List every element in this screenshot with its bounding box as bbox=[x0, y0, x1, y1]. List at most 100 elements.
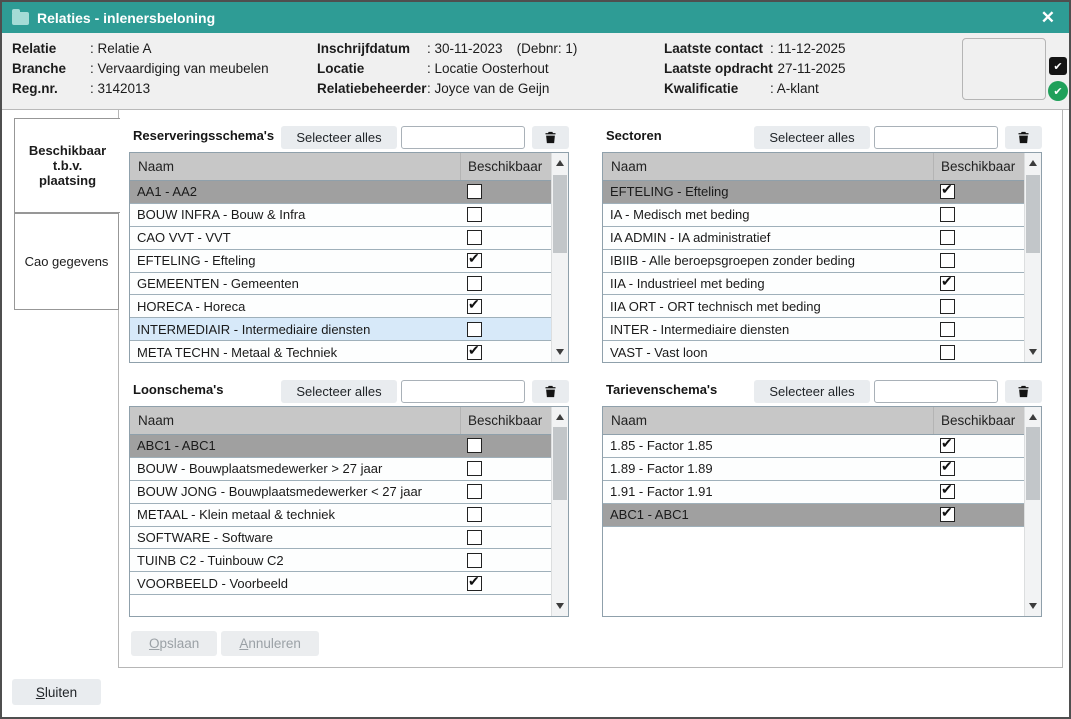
vertical-scrollbar[interactable] bbox=[1024, 407, 1041, 616]
scrollbar-thumb[interactable] bbox=[553, 175, 567, 253]
vertical-scrollbar[interactable] bbox=[551, 407, 568, 616]
column-header-beschikbaar[interactable]: Beschikbaar bbox=[461, 407, 551, 434]
beschikbaar-checkbox[interactable] bbox=[940, 253, 955, 268]
beschikbaar-checkbox[interactable] bbox=[940, 184, 955, 199]
field-label: Laatste contact bbox=[664, 41, 770, 56]
beschikbaar-checkbox[interactable] bbox=[467, 184, 482, 199]
filter-input[interactable] bbox=[401, 126, 525, 149]
beschikbaar-checkbox[interactable] bbox=[467, 438, 482, 453]
save-button[interactable]: Opslaan bbox=[131, 631, 217, 656]
column-header-beschikbaar[interactable]: Beschikbaar bbox=[934, 153, 1024, 180]
table-row[interactable]: VAST - Vast loon bbox=[603, 341, 1024, 362]
beschikbaar-checkbox[interactable] bbox=[467, 507, 482, 522]
table-row[interactable]: METAAL - Klein metaal & techniek bbox=[130, 504, 551, 527]
scrollbar-thumb[interactable] bbox=[1026, 427, 1040, 500]
close-window-button[interactable]: Sluiten bbox=[12, 679, 101, 705]
beschikbaar-checkbox[interactable] bbox=[940, 230, 955, 245]
select-all-button[interactable]: Selecteer alles bbox=[281, 380, 397, 403]
field-value: 11-12-2025 bbox=[770, 41, 846, 56]
scroll-down-icon[interactable] bbox=[1029, 349, 1037, 355]
beschikbaar-checkbox[interactable] bbox=[940, 484, 955, 499]
select-all-button[interactable]: Selecteer alles bbox=[754, 126, 870, 149]
tab-beschikbaar-tbv-plaatsing[interactable]: Beschikbaar t.b.v. plaatsing bbox=[14, 118, 120, 213]
beschikbaar-checkbox[interactable] bbox=[940, 207, 955, 222]
scrollbar-thumb[interactable] bbox=[1026, 175, 1040, 253]
tab-cao-gegevens[interactable]: Cao gegevens bbox=[14, 213, 119, 310]
table-row[interactable]: 1.91 - Factor 1.91 bbox=[603, 481, 1024, 504]
beschikbaar-checkbox[interactable] bbox=[940, 322, 955, 337]
table-row[interactable]: INTER - Intermediaire diensten bbox=[603, 318, 1024, 341]
beschikbaar-checkbox[interactable] bbox=[467, 253, 482, 268]
beschikbaar-checkbox[interactable] bbox=[467, 461, 482, 476]
beschikbaar-checkbox[interactable] bbox=[467, 484, 482, 499]
scroll-down-icon[interactable] bbox=[1029, 603, 1037, 609]
cancel-button[interactable]: Annuleren bbox=[221, 631, 319, 656]
table-row[interactable]: GEMEENTEN - Gemeenten bbox=[130, 273, 551, 296]
beschikbaar-checkbox[interactable] bbox=[940, 345, 955, 360]
close-icon[interactable]: ✕ bbox=[1037, 7, 1059, 28]
vertical-scrollbar[interactable] bbox=[551, 153, 568, 362]
table-row[interactable]: ABC1 - ABC1 bbox=[130, 435, 551, 458]
beschikbaar-checkbox[interactable] bbox=[467, 299, 482, 314]
clear-trash-button[interactable] bbox=[532, 126, 569, 149]
table-row[interactable]: IIA ORT - ORT technisch met beding bbox=[603, 295, 1024, 318]
select-all-button[interactable]: Selecteer alles bbox=[281, 126, 397, 149]
beschikbaar-checkbox[interactable] bbox=[940, 299, 955, 314]
table-row[interactable]: CAO VVT - VVT bbox=[130, 227, 551, 250]
scroll-up-icon[interactable] bbox=[556, 160, 564, 166]
beschikbaar-checkbox[interactable] bbox=[467, 230, 482, 245]
table-row[interactable]: VOORBEELD - Voorbeeld bbox=[130, 572, 551, 595]
filter-input[interactable] bbox=[401, 380, 525, 403]
column-header-naam[interactable]: Naam bbox=[130, 407, 461, 434]
row-available-cell bbox=[461, 572, 551, 594]
table-row[interactable]: IBIIB - Alle beroepsgroepen zonder bedin… bbox=[603, 250, 1024, 273]
beschikbaar-checkbox[interactable] bbox=[467, 276, 482, 291]
select-all-button[interactable]: Selecteer alles bbox=[754, 380, 870, 403]
column-header-beschikbaar[interactable]: Beschikbaar bbox=[934, 407, 1024, 434]
table-row[interactable]: SOFTWARE - Software bbox=[130, 527, 551, 550]
clear-trash-button[interactable] bbox=[1005, 126, 1042, 149]
table-row[interactable]: BOUW INFRA - Bouw & Infra bbox=[130, 204, 551, 227]
vertical-scrollbar[interactable] bbox=[1024, 153, 1041, 362]
table-row[interactable]: BOUW - Bouwplaatsmedewerker > 27 jaar bbox=[130, 458, 551, 481]
beschikbaar-checkbox[interactable] bbox=[940, 461, 955, 476]
table-row[interactable]: IA - Medisch met beding bbox=[603, 204, 1024, 227]
beschikbaar-checkbox[interactable] bbox=[940, 438, 955, 453]
clear-trash-button[interactable] bbox=[532, 380, 569, 403]
beschikbaar-checkbox[interactable] bbox=[467, 553, 482, 568]
beschikbaar-checkbox[interactable] bbox=[467, 530, 482, 545]
table-row[interactable]: HORECA - Horeca bbox=[130, 295, 551, 318]
scroll-up-icon[interactable] bbox=[556, 414, 564, 420]
beschikbaar-checkbox[interactable] bbox=[940, 507, 955, 522]
clear-trash-button[interactable] bbox=[1005, 380, 1042, 403]
trash-icon bbox=[1016, 130, 1031, 145]
beschikbaar-checkbox[interactable] bbox=[467, 322, 482, 337]
table-row[interactable]: EFTELING - Efteling bbox=[130, 250, 551, 273]
beschikbaar-checkbox[interactable] bbox=[467, 576, 482, 591]
column-header-naam[interactable]: Naam bbox=[603, 407, 934, 434]
scroll-up-icon[interactable] bbox=[1029, 414, 1037, 420]
column-header-naam[interactable]: Naam bbox=[130, 153, 461, 180]
scroll-down-icon[interactable] bbox=[556, 349, 564, 355]
table-row[interactable]: EFTELING - Efteling bbox=[603, 181, 1024, 204]
scrollbar-thumb[interactable] bbox=[553, 427, 567, 500]
table-row[interactable]: BOUW JONG - Bouwplaatsmedewerker < 27 ja… bbox=[130, 481, 551, 504]
beschikbaar-checkbox[interactable] bbox=[467, 345, 482, 360]
scroll-up-icon[interactable] bbox=[1029, 160, 1037, 166]
scroll-down-icon[interactable] bbox=[556, 603, 564, 609]
table-row[interactable]: TUINB C2 - Tuinbouw C2 bbox=[130, 549, 551, 572]
table-row[interactable]: ABC1 - ABC1 bbox=[603, 504, 1024, 527]
filter-input[interactable] bbox=[874, 126, 998, 149]
table-row[interactable]: 1.85 - Factor 1.85 bbox=[603, 435, 1024, 458]
column-header-beschikbaar[interactable]: Beschikbaar bbox=[461, 153, 551, 180]
beschikbaar-checkbox[interactable] bbox=[467, 207, 482, 222]
table-row[interactable]: INTERMEDIAIR - Intermediaire diensten bbox=[130, 318, 551, 341]
table-row[interactable]: AA1 - AA2 bbox=[130, 181, 551, 204]
column-header-naam[interactable]: Naam bbox=[603, 153, 934, 180]
table-row[interactable]: IA ADMIN - IA administratief bbox=[603, 227, 1024, 250]
beschikbaar-checkbox[interactable] bbox=[940, 276, 955, 291]
table-row[interactable]: META TECHN - Metaal & Techniek bbox=[130, 341, 551, 362]
filter-input[interactable] bbox=[874, 380, 998, 403]
table-row[interactable]: IIA - Industrieel met beding bbox=[603, 273, 1024, 296]
table-row[interactable]: 1.89 - Factor 1.89 bbox=[603, 458, 1024, 481]
